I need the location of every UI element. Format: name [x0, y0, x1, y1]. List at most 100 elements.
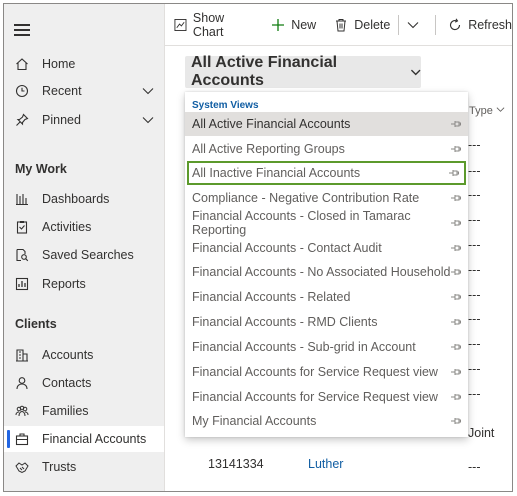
pin-icon[interactable] [450, 416, 461, 426]
type-cell: Joint [468, 426, 495, 440]
pin-icon[interactable] [450, 119, 461, 129]
show-chart-label: Show Chart [192, 10, 225, 39]
type-cell: --- [468, 362, 481, 376]
pin-icon[interactable] [450, 243, 461, 253]
view-selector[interactable]: All Active Financial Accounts [185, 54, 421, 89]
view-option-label: Compliance - Negative Contribution Rate [192, 191, 420, 205]
sidebar-item-families[interactable]: Families [4, 398, 164, 424]
sidebar-item-financial-accounts[interactable]: Financial Accounts [4, 426, 164, 452]
view-option[interactable]: Financial Accounts - RMD Clients [185, 310, 468, 334]
sidebar-item-label: Trusts [42, 460, 77, 474]
pin-icon[interactable] [450, 267, 461, 277]
clock-icon [15, 84, 29, 98]
sidebar-item-recent[interactable]: Recent [4, 78, 164, 104]
view-option[interactable]: My Financial Accounts [185, 409, 468, 433]
pin-icon [15, 113, 29, 127]
sidebar-item-trusts[interactable]: Trusts [4, 454, 164, 480]
hamburger-menu-icon[interactable] [14, 24, 30, 38]
type-cell: --- [468, 188, 481, 202]
pin-icon[interactable] [450, 218, 461, 228]
view-option-label: Financial Accounts - Sub-grid in Account [192, 340, 416, 354]
trash-icon [336, 18, 347, 31]
saved-search-icon [15, 248, 29, 262]
clipboard-icon [15, 220, 29, 234]
type-cell: --- [468, 164, 481, 178]
chevron-down-icon[interactable] [142, 85, 154, 97]
sidebar-item-label: Financial Accounts [42, 432, 147, 446]
view-option[interactable]: Financial Accounts - Contact Audit [185, 236, 468, 260]
chevron-down-icon[interactable] [142, 114, 154, 126]
app-window: Home Recent Pinned My Work Dashboards Ac… [3, 3, 513, 492]
view-option-label: All Active Financial Accounts [192, 117, 351, 131]
view-option[interactable]: Financial Accounts - No Associated House… [185, 260, 468, 284]
view-option-label: Financial Accounts - Closed in Tamarac R… [192, 209, 411, 237]
sidebar-item-saved-searches[interactable]: Saved Searches [4, 242, 164, 268]
group-title-my-work: My Work [15, 162, 67, 176]
group-title-clients: Clients [15, 317, 57, 331]
people-icon [15, 404, 29, 418]
home-icon [15, 57, 29, 71]
dashboard-icon [15, 192, 29, 206]
refresh-label: Refresh [468, 17, 512, 32]
sidebar-item-dashboards[interactable]: Dashboards [4, 186, 164, 212]
view-option-label: All Active Reporting Groups [192, 142, 345, 156]
view-option-label: Financial Accounts - Contact Audit [192, 241, 382, 255]
view-option[interactable]: All Active Financial Accounts [185, 112, 468, 136]
handshake-icon [15, 460, 29, 474]
show-chart-button[interactable]: Show Chart [174, 4, 253, 46]
view-option-label: Financial Accounts for Service Request v… [192, 365, 438, 379]
pin-icon[interactable] [448, 168, 459, 178]
column-header-type[interactable]: Type [469, 105, 505, 117]
account-number-cell: 13141334 [208, 457, 264, 471]
sidebar-item-home[interactable]: Home [4, 51, 164, 77]
pin-icon[interactable] [450, 193, 461, 203]
view-option-label: Financial Accounts - No Associated House… [192, 265, 451, 279]
view-option[interactable]: All Inactive Financial Accounts [187, 161, 466, 185]
view-option-label: Financial Accounts - Related [192, 290, 351, 304]
more-commands-button[interactable] [407, 4, 425, 46]
type-cell: --- [468, 238, 481, 252]
view-option-label: Financial Accounts - RMD Clients [192, 315, 378, 329]
toolbar-divider [435, 14, 437, 35]
chart-icon [174, 18, 187, 31]
sidebar-item-label: Activities [42, 220, 92, 234]
chevron-down-icon [496, 107, 505, 112]
sidebar-item-contacts[interactable]: Contacts [4, 370, 164, 396]
delete-button[interactable]: Delete [334, 4, 390, 46]
sidebar-item-accounts[interactable]: Accounts [4, 342, 164, 368]
pin-icon[interactable] [450, 367, 461, 377]
sidebar-item-pinned[interactable]: Pinned [4, 107, 164, 133]
dropdown-section-header: System Views [192, 100, 259, 111]
view-option[interactable]: Financial Accounts - Sub-grid in Account [185, 335, 468, 359]
command-bar: Show Chart New Delete Refresh [165, 4, 512, 46]
pin-icon[interactable] [450, 392, 461, 402]
toolbar-divider [398, 14, 400, 35]
new-label: New [291, 17, 317, 32]
pin-icon[interactable] [450, 292, 461, 302]
person-icon [15, 376, 29, 390]
sidebar-item-activities[interactable]: Activities [4, 214, 164, 240]
account-name-link[interactable]: Luther [308, 457, 343, 471]
pin-icon[interactable] [450, 317, 461, 327]
view-option-label: Financial Accounts for Service Request v… [192, 390, 438, 404]
view-option[interactable]: Financial Accounts for Service Request v… [185, 385, 468, 409]
refresh-icon [450, 17, 461, 30]
view-option[interactable]: Financial Accounts for Service Request v… [185, 360, 468, 384]
sidebar-item-label: Families [42, 404, 89, 418]
sidebar-item-label: Contacts [42, 376, 92, 390]
report-icon [15, 277, 29, 291]
view-option[interactable]: Financial Accounts - Related [185, 285, 468, 309]
sidebar-item-label: Reports [42, 277, 86, 291]
sidebar-item-reports[interactable]: Reports [4, 271, 164, 297]
pin-icon[interactable] [450, 144, 461, 154]
delete-label: Delete [354, 17, 391, 32]
pin-icon[interactable] [450, 342, 461, 352]
view-option[interactable]: All Active Reporting Groups [185, 137, 468, 161]
view-option[interactable]: Compliance - Negative Contribution Rate [185, 186, 468, 210]
type-cell: --- [468, 337, 481, 351]
type-cell: --- [468, 460, 481, 474]
refresh-button[interactable]: Refresh [448, 4, 512, 46]
new-button[interactable]: New [271, 4, 316, 46]
view-option[interactable]: Financial Accounts - Closed in Tamarac R… [185, 209, 468, 237]
type-cell: --- [468, 288, 481, 302]
